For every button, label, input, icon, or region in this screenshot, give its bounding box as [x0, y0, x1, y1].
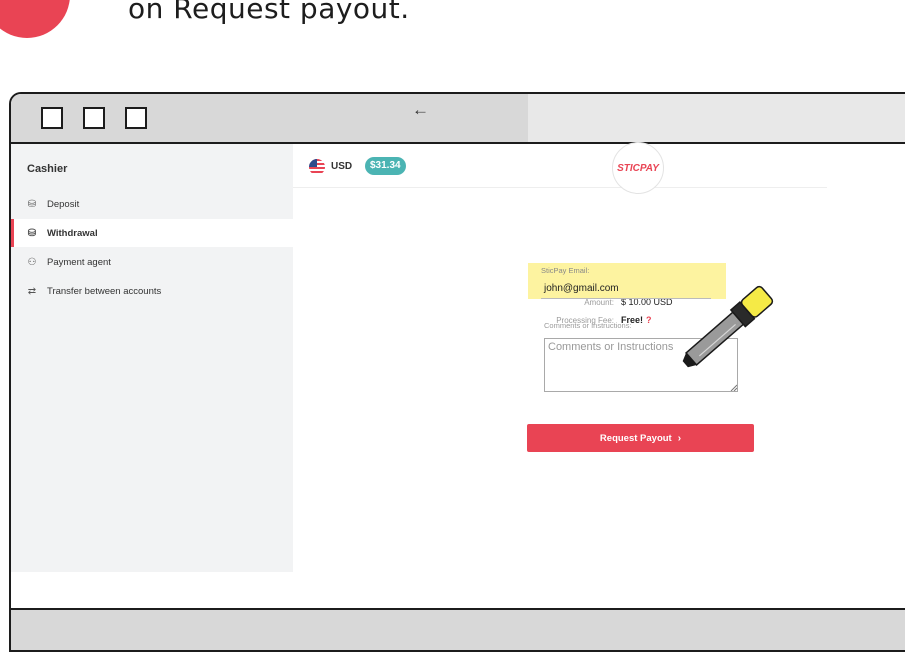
request-payout-button[interactable]: Request Payout ›: [527, 424, 754, 452]
balance-badge: $31.34: [365, 157, 406, 175]
transfer-icon: ⇄: [27, 285, 37, 297]
sidebar-item-payment-agent[interactable]: ⚇ Payment agent: [11, 248, 293, 276]
comments-input[interactable]: [544, 338, 738, 392]
comments-label: Comments or Instructions:: [544, 321, 632, 330]
browser-window: Cashier ⛁ Deposit ⛁ Withdrawal ⚇ Payment…: [9, 92, 905, 652]
sidebar-item-withdrawal[interactable]: ⛁ Withdrawal: [11, 219, 293, 247]
fee-help-icon[interactable]: ?: [646, 315, 652, 325]
step-number-badge: [0, 0, 70, 38]
titlebar-right-area: [528, 94, 905, 142]
wallet-in-icon: ⛁: [27, 198, 37, 210]
payment-agent-icon: ⚇: [27, 256, 37, 268]
email-field[interactable]: john@gmail.com: [544, 283, 619, 294]
account-header: USD $31.34: [293, 144, 827, 188]
sidebar-title: Cashier: [27, 163, 68, 175]
wallet-out-icon: ⛁: [27, 227, 37, 239]
sidebar-item-label: Payment agent: [47, 256, 111, 268]
back-arrow-icon[interactable]: ←: [412, 100, 429, 120]
email-underline: [541, 298, 711, 299]
sidebar-item-label: Transfer between accounts: [47, 285, 162, 297]
window-button-3[interactable]: [125, 107, 147, 129]
sidebar-item-deposit[interactable]: ⛁ Deposit: [11, 190, 293, 218]
currency-label: USD: [331, 161, 353, 172]
window-button-1[interactable]: [41, 107, 63, 129]
window-titlebar: [11, 94, 905, 144]
sidebar-item-label: Deposit: [47, 198, 80, 210]
instruction-caption: on Request payout.: [128, 0, 410, 25]
cashier-sidebar: Cashier ⛁ Deposit ⛁ Withdrawal ⚇ Payment…: [11, 144, 293, 572]
sticpay-logo-text: STICPAY: [617, 163, 659, 174]
window-bottom-bar: [11, 608, 905, 650]
chevron-right-icon: ›: [677, 432, 682, 444]
sidebar-item-label: Withdrawal: [47, 227, 98, 239]
window-button-2[interactable]: [83, 107, 105, 129]
email-field-label: SticPay Email:: [541, 266, 590, 275]
resize-handle-icon[interactable]: [729, 383, 737, 391]
request-payout-label: Request Payout: [599, 432, 672, 444]
us-flag-icon: [309, 159, 325, 175]
sidebar-item-transfer[interactable]: ⇄ Transfer between accounts: [11, 277, 293, 305]
amount-label: Amount:: [584, 298, 614, 307]
